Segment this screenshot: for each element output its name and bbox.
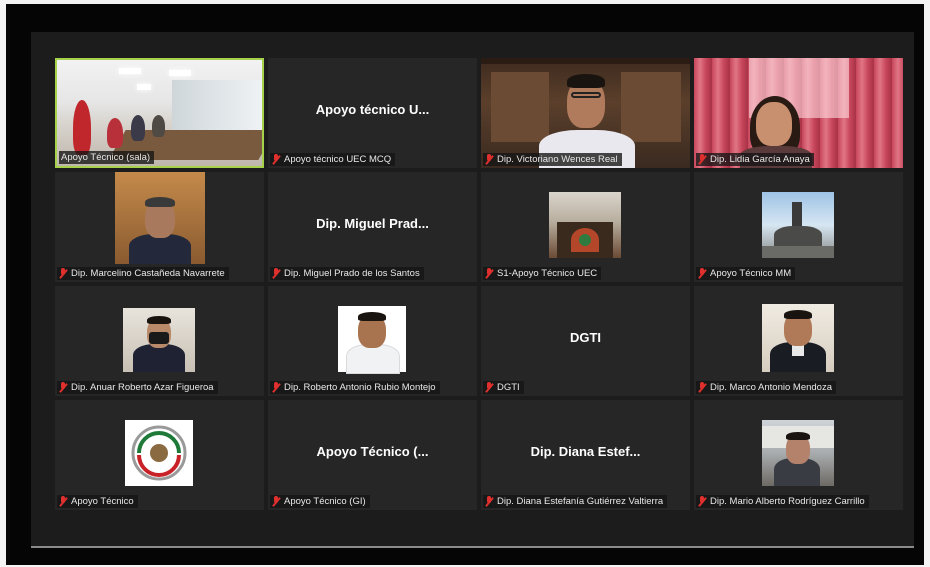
suit: [133, 344, 185, 372]
participant-tile[interactable]: Dip. Anuar Roberto Azar Figueroa: [55, 286, 264, 396]
hair: [784, 310, 812, 319]
person-figure: [131, 115, 145, 141]
hair: [147, 316, 171, 324]
hair: [567, 74, 605, 88]
participant-photo: [115, 172, 205, 264]
participant-name-label: DGTI: [483, 381, 524, 394]
mic-muted-icon: [272, 268, 281, 279]
participant-name-label: Dip. Victoriano Wences Real: [483, 153, 622, 166]
participant-tile[interactable]: Apoyo Técnico MM: [694, 172, 903, 282]
participant-name-label: S1-Apoyo Técnico UEC: [483, 267, 602, 280]
hair: [786, 432, 810, 440]
participant-name-label: Dip. Lidia García Anaya: [696, 153, 814, 166]
participant-name-label: Dip. Marcelino Castañeda Navarrete: [57, 267, 229, 280]
participant-name-label: Dip. Marco Antonio Mendoza: [696, 381, 836, 394]
participant-tile[interactable]: Apoyo técnico U... Apoyo técnico UEC MCQ: [268, 58, 477, 168]
participant-name-label: Dip. Anuar Roberto Azar Figueroa: [57, 381, 218, 394]
participant-name-label: Apoyo Técnico (sala): [59, 151, 155, 164]
person-figure: [73, 100, 91, 155]
ceiling-light: [169, 70, 191, 76]
mic-muted-icon: [698, 496, 707, 507]
participant-tile[interactable]: Dip. Marco Antonio Mendoza: [694, 286, 903, 396]
ceiling: [481, 58, 690, 64]
bookshelf: [621, 72, 681, 142]
ceiling-light: [119, 68, 141, 74]
participant-photo: [762, 304, 834, 372]
monument-base: [774, 226, 822, 248]
participant-tile[interactable]: S1-Apoyo Técnico UEC: [481, 172, 690, 282]
mic-muted-icon: [485, 382, 494, 393]
participant-name-label: Dip. Miguel Prado de los Santos: [270, 267, 424, 280]
participant-name-label: Dip. Diana Estefanía Gutiérrez Valtierra: [483, 495, 668, 508]
plaza: [762, 246, 834, 258]
participant-photo: [549, 192, 621, 258]
mic-muted-icon: [59, 496, 68, 507]
participant-tile[interactable]: Dip. Miguel Prad... Dip. Miguel Prado de…: [268, 172, 477, 282]
face-mask: [149, 332, 169, 344]
mic-muted-icon: [59, 268, 68, 279]
participant-video: [481, 58, 690, 168]
participant-name-label: Apoyo Técnico (GI): [270, 495, 370, 508]
mic-muted-icon: [698, 154, 707, 165]
face: [756, 102, 792, 146]
participant-photo: [762, 420, 834, 486]
participant-tile[interactable]: Dip. Victoriano Wences Real: [481, 58, 690, 168]
emblem-logo-icon: [131, 425, 187, 481]
mic-muted-icon: [272, 496, 281, 507]
bookshelf: [491, 72, 549, 142]
mural-detail: [579, 234, 591, 246]
window-bottom-border: [31, 546, 914, 548]
person-figure: [152, 115, 165, 137]
participant-name-label: Dip. Mario Alberto Rodríguez Carrillo: [696, 495, 869, 508]
participant-display-name: Dip. Diana Estef...: [530, 444, 641, 459]
mic-muted-icon: [485, 154, 494, 165]
participant-display-name: DGTI: [569, 330, 602, 345]
participant-photo: [125, 420, 193, 486]
participant-photo: [338, 306, 406, 374]
hair: [145, 197, 175, 207]
participant-tile[interactable]: Dip. Roberto Antonio Rubio Montejo: [268, 286, 477, 396]
participant-tile[interactable]: Dip. Diana Estef... Dip. Diana Estefanía…: [481, 400, 690, 510]
shirt: [346, 344, 400, 374]
participant-display-name: Apoyo Técnico (...: [316, 444, 429, 459]
mic-muted-icon: [59, 382, 68, 393]
participant-name-label: Dip. Roberto Antonio Rubio Montejo: [270, 381, 440, 394]
participant-tile[interactable]: Dip. Mario Alberto Rodríguez Carrillo: [694, 400, 903, 510]
participant-video: [694, 58, 903, 168]
participant-display-name: Dip. Miguel Prad...: [316, 216, 429, 231]
participant-gallery: Apoyo Técnico (sala) Apoyo técnico U... …: [55, 58, 903, 510]
participant-tile[interactable]: Dip. Marcelino Castañeda Navarrete: [55, 172, 264, 282]
hair: [358, 312, 386, 321]
participant-photo: [762, 192, 834, 258]
ceiling-light: [137, 84, 151, 90]
mic-muted-icon: [485, 268, 494, 279]
participant-display-name: Apoyo técnico U...: [315, 102, 430, 117]
mic-muted-icon: [272, 154, 281, 165]
participant-tile[interactable]: Dip. Lidia García Anaya: [694, 58, 903, 168]
mic-muted-icon: [272, 382, 281, 393]
mic-muted-icon: [485, 496, 494, 507]
participant-photo: [123, 308, 195, 372]
glasses: [571, 92, 601, 98]
suit: [129, 234, 191, 264]
participant-tile[interactable]: Apoyo Técnico (... Apoyo Técnico (GI): [268, 400, 477, 510]
person-figure: [107, 118, 123, 148]
participant-name-label: Apoyo Técnico: [57, 495, 138, 508]
participant-name-label: Apoyo técnico UEC MCQ: [270, 153, 396, 166]
mic-muted-icon: [698, 382, 707, 393]
participant-name-label: Apoyo Técnico MM: [696, 267, 796, 280]
participant-tile[interactable]: Apoyo Técnico (sala): [55, 58, 264, 168]
participant-tile[interactable]: DGTI DGTI: [481, 286, 690, 396]
participant-tile[interactable]: Apoyo Técnico: [55, 400, 264, 510]
mic-muted-icon: [698, 268, 707, 279]
